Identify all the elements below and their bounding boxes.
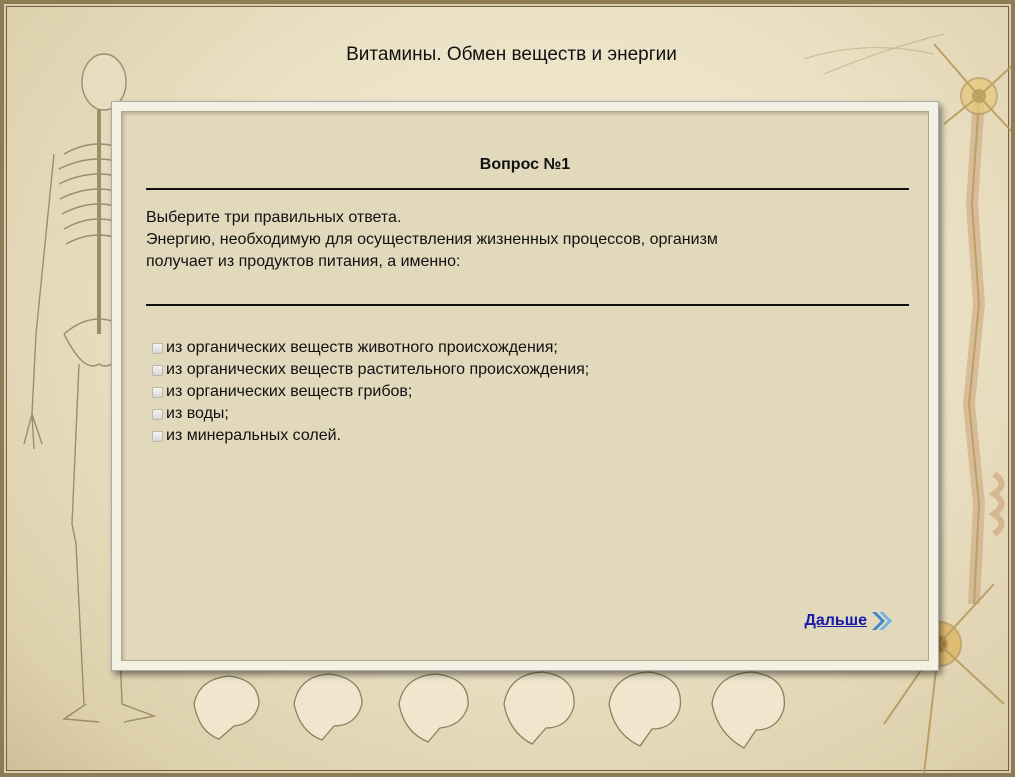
- skulls-illustration: [193, 671, 786, 749]
- answer-option[interactable]: из воды;: [152, 403, 589, 425]
- answer-option[interactable]: из органических веществ животного происх…: [152, 337, 589, 359]
- next-button[interactable]: Дальше: [804, 610, 894, 632]
- question-panel: Вопрос №1 Выберите три правильных ответа…: [111, 101, 939, 671]
- question-title: Вопрос №1: [479, 156, 571, 173]
- answer-label: из органических веществ растительного пр…: [166, 361, 590, 378]
- answer-list: из органических веществ животного происх…: [152, 337, 589, 447]
- answer-label: из органических веществ животного происх…: [166, 339, 558, 356]
- answer-label: из органических веществ грибов;: [166, 383, 413, 400]
- answer-checkbox[interactable]: [152, 343, 163, 354]
- answer-label: из воды;: [166, 405, 229, 422]
- question-text: Выберите три правильных ответа. Энергию,…: [146, 207, 916, 273]
- answer-checkbox[interactable]: [152, 409, 163, 420]
- answer-option[interactable]: из органических веществ растительного пр…: [152, 359, 589, 381]
- question-text-line: Выберите три правильных ответа.: [146, 209, 402, 226]
- answer-checkbox[interactable]: [152, 387, 163, 398]
- question-panel-inner: Вопрос №1 Выберите три правильных ответа…: [121, 111, 929, 661]
- page-title: Витамины. Обмен веществ и энергии: [346, 44, 677, 65]
- divider-bottom: [146, 304, 909, 306]
- question-text-line: получает из продуктов питания, а именно:: [146, 253, 461, 270]
- double-chevron-right-icon[interactable]: [870, 610, 894, 632]
- app-frame: Витамины. Обмен веществ и энергии Вопрос…: [0, 0, 1015, 777]
- next-link[interactable]: Дальше: [804, 612, 867, 630]
- answer-option[interactable]: из органических веществ грибов;: [152, 381, 589, 403]
- question-text-line: Энергию, необходимую для осуществления ж…: [146, 231, 718, 248]
- answer-checkbox[interactable]: [152, 431, 163, 442]
- answer-option[interactable]: из минеральных солей.: [152, 425, 589, 447]
- divider-top: [146, 188, 909, 190]
- answer-checkbox[interactable]: [152, 365, 163, 376]
- answer-label: из минеральных солей.: [166, 427, 341, 444]
